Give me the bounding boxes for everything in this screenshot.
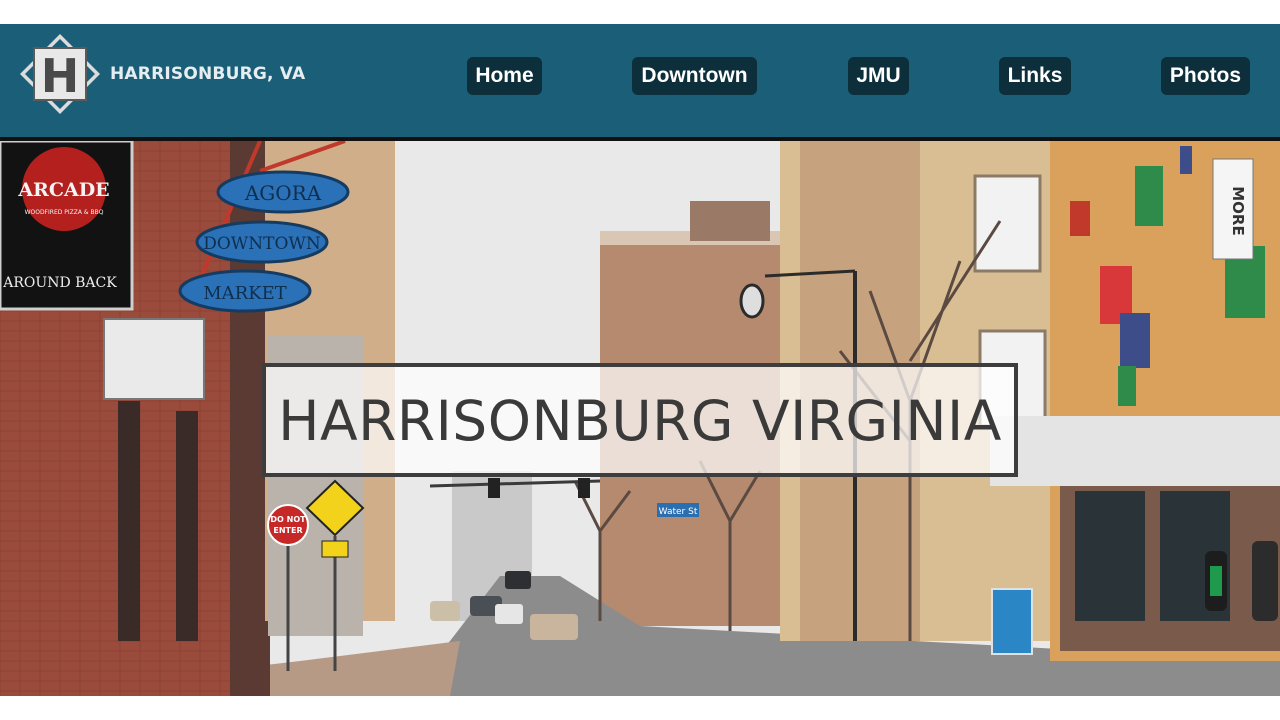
- arcade-sub-text: WOODFIRED PIZZA & BBQ: [25, 209, 104, 216]
- nav-home-button[interactable]: Home: [467, 57, 542, 95]
- nav-downtown-button[interactable]: Downtown: [632, 57, 757, 95]
- water-st-sign: Water St: [659, 507, 698, 517]
- nav-photos-button[interactable]: Photos: [1161, 57, 1250, 95]
- agora-sign-text: AGORA: [244, 181, 322, 205]
- nav-jmu-button[interactable]: JMU: [848, 57, 909, 95]
- logo-diamond-icon: H: [20, 34, 100, 114]
- hero-title: HARRISONBURG VIRGINIA: [278, 389, 1002, 453]
- logo-letter: H: [41, 49, 80, 103]
- harrisonburg-logo[interactable]: H: [20, 34, 100, 114]
- hero-banner: MORE Water St ARCADE WOODFIRED PIZZA & B…: [0, 141, 1280, 696]
- around-back-text: AROUND BACK: [2, 275, 117, 291]
- hero-title-box: HARRISONBURG VIRGINIA: [262, 363, 1018, 477]
- arcade-sign-text: ARCADE: [17, 179, 109, 201]
- market-sign-text: MARKET: [203, 283, 287, 304]
- more-sign-text: MORE: [1229, 186, 1247, 235]
- do-not-enter-text-1: DO NOT: [270, 515, 306, 524]
- site-header: H HARRISONBURG, VA Home Downtown JMU Lin…: [0, 24, 1280, 141]
- do-not-enter-text-2: ENTER: [273, 526, 302, 535]
- nav-links-button[interactable]: Links: [999, 57, 1071, 95]
- site-name: HARRISONBURG, VA: [110, 64, 306, 84]
- downtown-sign-text: DOWNTOWN: [203, 234, 321, 254]
- page: H HARRISONBURG, VA Home Downtown JMU Lin…: [0, 0, 1280, 720]
